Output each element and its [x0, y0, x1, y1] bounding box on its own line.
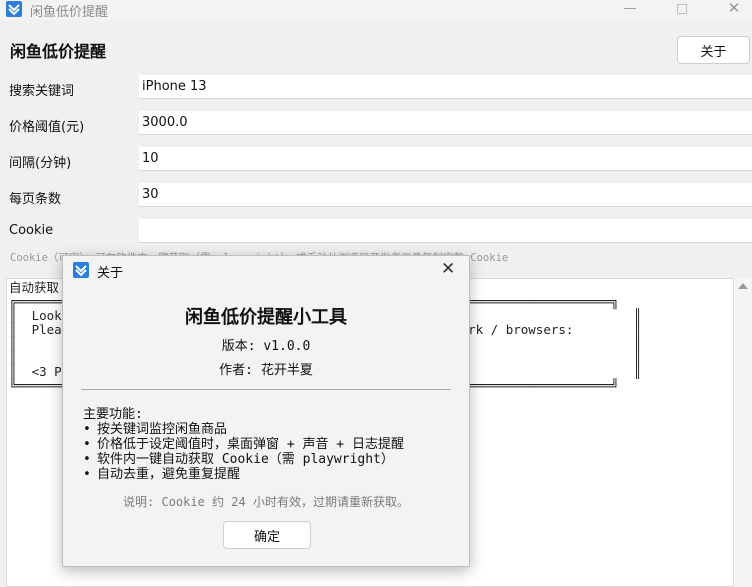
- dialog-title: 关于: [97, 266, 124, 281]
- ok-button[interactable]: 确定: [223, 521, 311, 549]
- author-text: 作者: 花开半夏: [219, 363, 313, 378]
- feature-item: 按关键词监控闲鱼商品: [83, 422, 404, 437]
- dialog-app-icon: [73, 262, 89, 278]
- features-title: 主要功能:: [83, 407, 143, 422]
- about-button[interactable]: 关于: [677, 36, 750, 64]
- dialog-close-icon[interactable]: ✕: [441, 259, 455, 279]
- about-dialog: 关于 ✕ 闲鱼低价提醒小工具 版本: v1.0.0 作者: 花开半夏 主要功能:…: [62, 255, 470, 567]
- dialog-titlebar: 关于 ✕: [63, 256, 469, 286]
- dialog-heading: 闲鱼低价提醒小工具: [185, 307, 347, 328]
- minimize-icon[interactable]: —: [610, 0, 650, 20]
- keyword-label: 搜索关键词: [9, 84, 75, 99]
- feature-item: 自动去重，避免重复提醒: [83, 467, 404, 482]
- close-icon[interactable]: ✕: [714, 0, 752, 20]
- cookie-label: Cookie: [9, 223, 54, 238]
- scroll-up-arrow-icon[interactable]: [738, 283, 748, 289]
- app-logo-icon: [6, 1, 22, 17]
- keyword-input[interactable]: [139, 75, 752, 99]
- window-titlebar: 闲鱼低价提醒 — ✕: [0, 0, 752, 20]
- interval-input[interactable]: [139, 147, 752, 171]
- dialog-divider: [81, 389, 451, 390]
- feature-item: 价格低于设定阈值时，桌面弹窗 + 声音 + 日志提醒: [83, 437, 404, 452]
- price-threshold-label: 价格阈值(元): [9, 120, 85, 135]
- page-size-input[interactable]: [139, 183, 752, 207]
- cookie-input[interactable]: [139, 219, 752, 243]
- feature-item: 软件内一键自动获取 Cookie（需 playwright）: [83, 452, 404, 467]
- page-title: 闲鱼低价提醒: [10, 42, 107, 61]
- interval-label: 间隔(分钟): [9, 156, 72, 171]
- maximize-icon[interactable]: [662, 0, 702, 20]
- page-size-label: 每页条数: [9, 192, 62, 207]
- dialog-note: 说明: Cookie 约 24 小时有效，过期请重新获取。: [123, 495, 409, 509]
- price-threshold-input[interactable]: [139, 111, 752, 135]
- window-title: 闲鱼低价提醒: [30, 5, 109, 20]
- features-list: 按关键词监控闲鱼商品 价格低于设定阈值时，桌面弹窗 + 声音 + 日志提醒 软件…: [83, 422, 404, 482]
- log-scrollbar[interactable]: [734, 278, 752, 587]
- version-text: 版本: v1.0.0: [221, 339, 311, 354]
